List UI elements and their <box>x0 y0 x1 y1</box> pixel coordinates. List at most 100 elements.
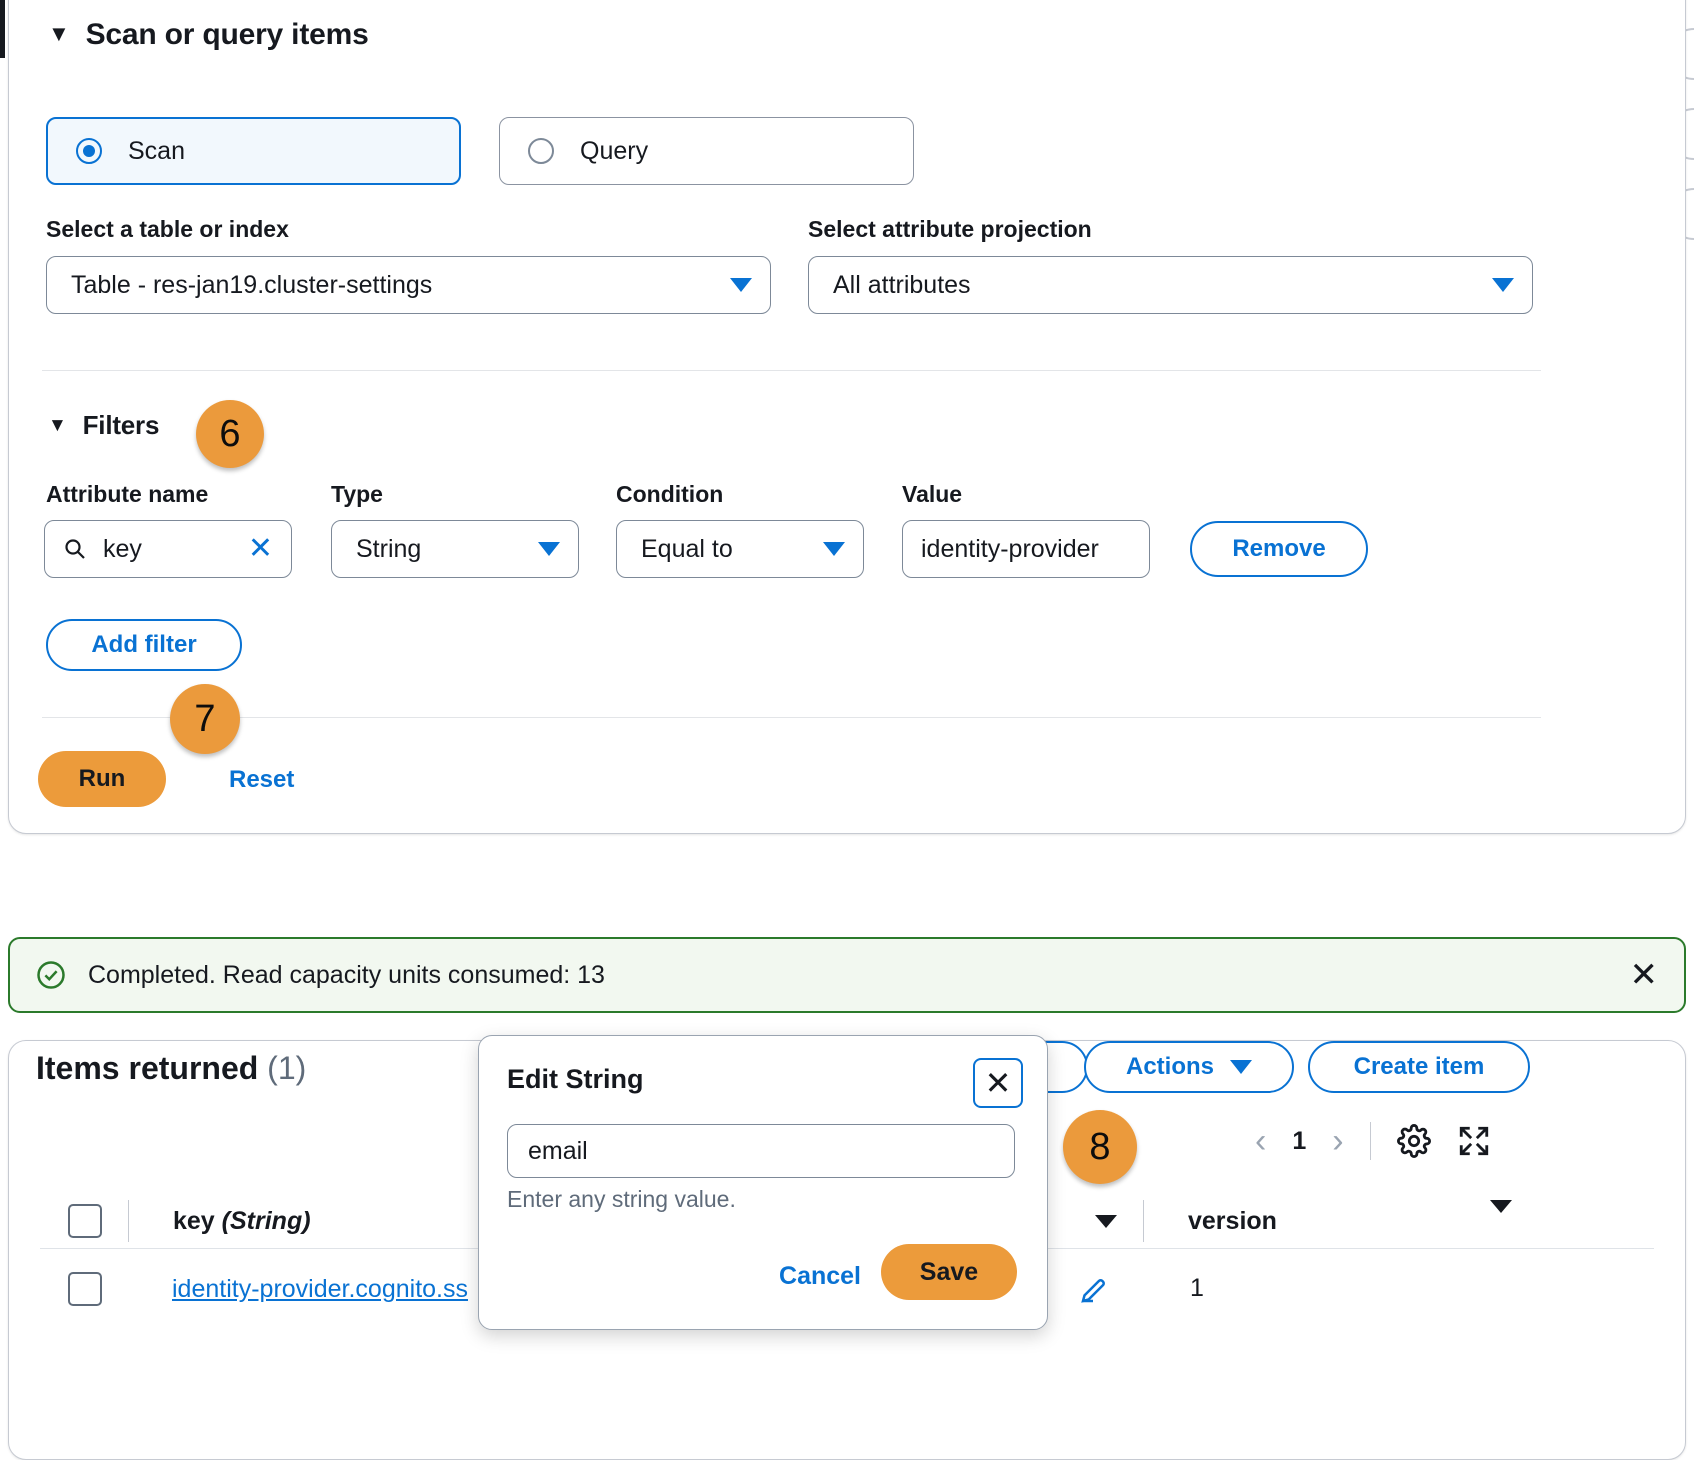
step-badge-7: 7 <box>170 684 240 754</box>
divider <box>1143 1200 1144 1242</box>
clear-icon[interactable]: ✕ <box>248 534 273 564</box>
table-select-label: Select a table or index <box>46 216 289 243</box>
radio-query[interactable] <box>528 138 554 164</box>
scan-or-query-title-text: Scan or query items <box>86 18 369 51</box>
actions-button-label: Actions <box>1126 1053 1214 1081</box>
filter-condition-value: Equal to <box>641 535 813 564</box>
column-header-key-type: (String) <box>222 1207 311 1235</box>
run-button[interactable]: Run <box>38 751 166 807</box>
pagination: ‹ 1 › <box>1255 1122 1491 1160</box>
sort-descending-icon[interactable] <box>1095 1215 1117 1228</box>
run-button-label: Run <box>79 765 126 793</box>
filters-heading[interactable]: ▼ Filters <box>48 410 159 441</box>
modal-save-button[interactable]: Save <box>881 1244 1017 1300</box>
row-version-value: 1 <box>1190 1274 1204 1303</box>
items-returned-title-text: Items returned <box>36 1050 258 1086</box>
page-number[interactable]: 1 <box>1292 1127 1306 1156</box>
remove-filter-label: Remove <box>1232 535 1325 563</box>
expand-icon[interactable] <box>1457 1124 1491 1158</box>
row-checkbox[interactable] <box>68 1272 102 1306</box>
filter-type-select[interactable]: String <box>331 520 579 578</box>
divider <box>128 1200 129 1242</box>
modal-save-label: Save <box>920 1258 978 1287</box>
step-badge-8-text: 8 <box>1089 1126 1110 1169</box>
filter-type-value: String <box>356 535 528 564</box>
table-row: identity-provider.cognito.ss <box>68 1272 468 1306</box>
create-item-button[interactable]: Create item <box>1308 1041 1530 1093</box>
remove-filter-button[interactable]: Remove <box>1190 521 1368 577</box>
gear-icon[interactable] <box>1397 1124 1431 1158</box>
create-item-button-label: Create item <box>1354 1053 1485 1081</box>
column-header-key[interactable]: key (String) <box>173 1207 311 1236</box>
reset-button-label: Reset <box>229 766 294 793</box>
column-header-version-label[interactable]: version <box>1188 1207 1277 1236</box>
mode-option-scan[interactable]: Scan <box>46 117 461 185</box>
filter-value-label: Value <box>902 481 962 508</box>
select-all-checkbox[interactable] <box>68 1204 102 1238</box>
items-returned-title: Items returned (1) <box>36 1050 306 1087</box>
modal-close-button[interactable]: ✕ <box>973 1058 1023 1108</box>
add-filter-button[interactable]: Add filter <box>46 619 242 671</box>
table-header-key: key (String) <box>68 1200 311 1242</box>
filter-value-input[interactable]: identity-provider <box>902 520 1150 578</box>
table-select[interactable]: Table - res-jan19.cluster-settings <box>46 256 771 314</box>
filter-condition-select[interactable]: Equal to <box>616 520 864 578</box>
scan-or-query-heading[interactable]: ▼ Scan or query items <box>48 18 369 52</box>
table-select-value: Table - res-jan19.cluster-settings <box>71 271 720 300</box>
modal-string-input[interactable]: email <box>507 1124 1015 1178</box>
actions-button[interactable]: Actions <box>1084 1041 1294 1093</box>
radio-scan[interactable] <box>76 138 102 164</box>
collapse-caret-icon[interactable]: ▼ <box>48 21 70 47</box>
divider <box>42 370 1541 371</box>
mode-option-query[interactable]: Query <box>499 117 914 185</box>
filter-attribute-input[interactable]: key ✕ <box>44 520 292 578</box>
add-filter-label: Add filter <box>91 631 196 659</box>
modal-string-input-value: email <box>528 1137 588 1166</box>
reset-button[interactable]: Reset <box>229 766 294 794</box>
sort-descending-icon[interactable] <box>1490 1200 1512 1213</box>
modal-title-type: String <box>566 1064 644 1094</box>
modal-cancel-button[interactable]: Cancel <box>779 1262 861 1291</box>
chevron-down-icon <box>823 542 845 556</box>
status-flash-bar: Completed. Read capacity units consumed:… <box>8 937 1686 1013</box>
filter-attribute-value: key <box>103 535 248 564</box>
chevron-down-icon <box>538 542 560 556</box>
filter-attribute-label: Attribute name <box>46 481 208 508</box>
divider <box>42 717 1541 718</box>
modal-help-text: Enter any string value. <box>507 1186 736 1213</box>
table-header-middle: version <box>1095 1200 1277 1242</box>
mode-option-scan-label: Scan <box>128 137 185 166</box>
page-edge-rule <box>0 0 5 58</box>
search-icon <box>63 537 87 561</box>
modal-title-prefix: Edit <box>507 1064 566 1094</box>
chevron-left-icon[interactable]: ‹ <box>1255 1124 1266 1158</box>
chevron-down-icon <box>730 278 752 292</box>
chevron-down-icon <box>1230 1060 1252 1074</box>
filter-condition-label: Condition <box>616 481 723 508</box>
chevron-down-icon <box>1492 278 1514 292</box>
divider <box>1370 1122 1371 1160</box>
step-badge-6: 6 <box>196 400 264 468</box>
flash-message: Completed. Read capacity units consumed:… <box>88 961 1630 990</box>
projection-select-label: Select attribute projection <box>808 216 1092 243</box>
check-circle-icon <box>36 960 66 990</box>
edit-string-modal: Edit String ✕ email Enter any string val… <box>478 1035 1048 1330</box>
modal-cancel-label: Cancel <box>779 1262 861 1290</box>
row-key-link[interactable]: identity-provider.cognito.ss <box>172 1275 468 1304</box>
modal-title: Edit String <box>507 1064 644 1095</box>
column-header-key-label: key <box>173 1207 215 1235</box>
chevron-right-icon[interactable]: › <box>1332 1124 1343 1158</box>
filters-collapse-caret-icon[interactable]: ▼ <box>48 415 67 437</box>
filter-type-label: Type <box>331 481 383 508</box>
projection-select[interactable]: All attributes <box>808 256 1533 314</box>
projection-select-value: All attributes <box>833 271 1482 300</box>
filter-value-text: identity-provider <box>921 535 1131 564</box>
filters-title-text: Filters <box>83 410 160 440</box>
flash-close-icon[interactable]: ✕ <box>1630 958 1659 992</box>
step-badge-8: 8 <box>1063 1110 1137 1184</box>
pencil-icon[interactable] <box>1078 1276 1108 1306</box>
table-header-version-sort <box>1490 1200 1512 1213</box>
items-returned-count: (1) <box>267 1050 306 1086</box>
step-badge-6-text: 6 <box>219 413 240 456</box>
mode-option-query-label: Query <box>580 137 648 166</box>
